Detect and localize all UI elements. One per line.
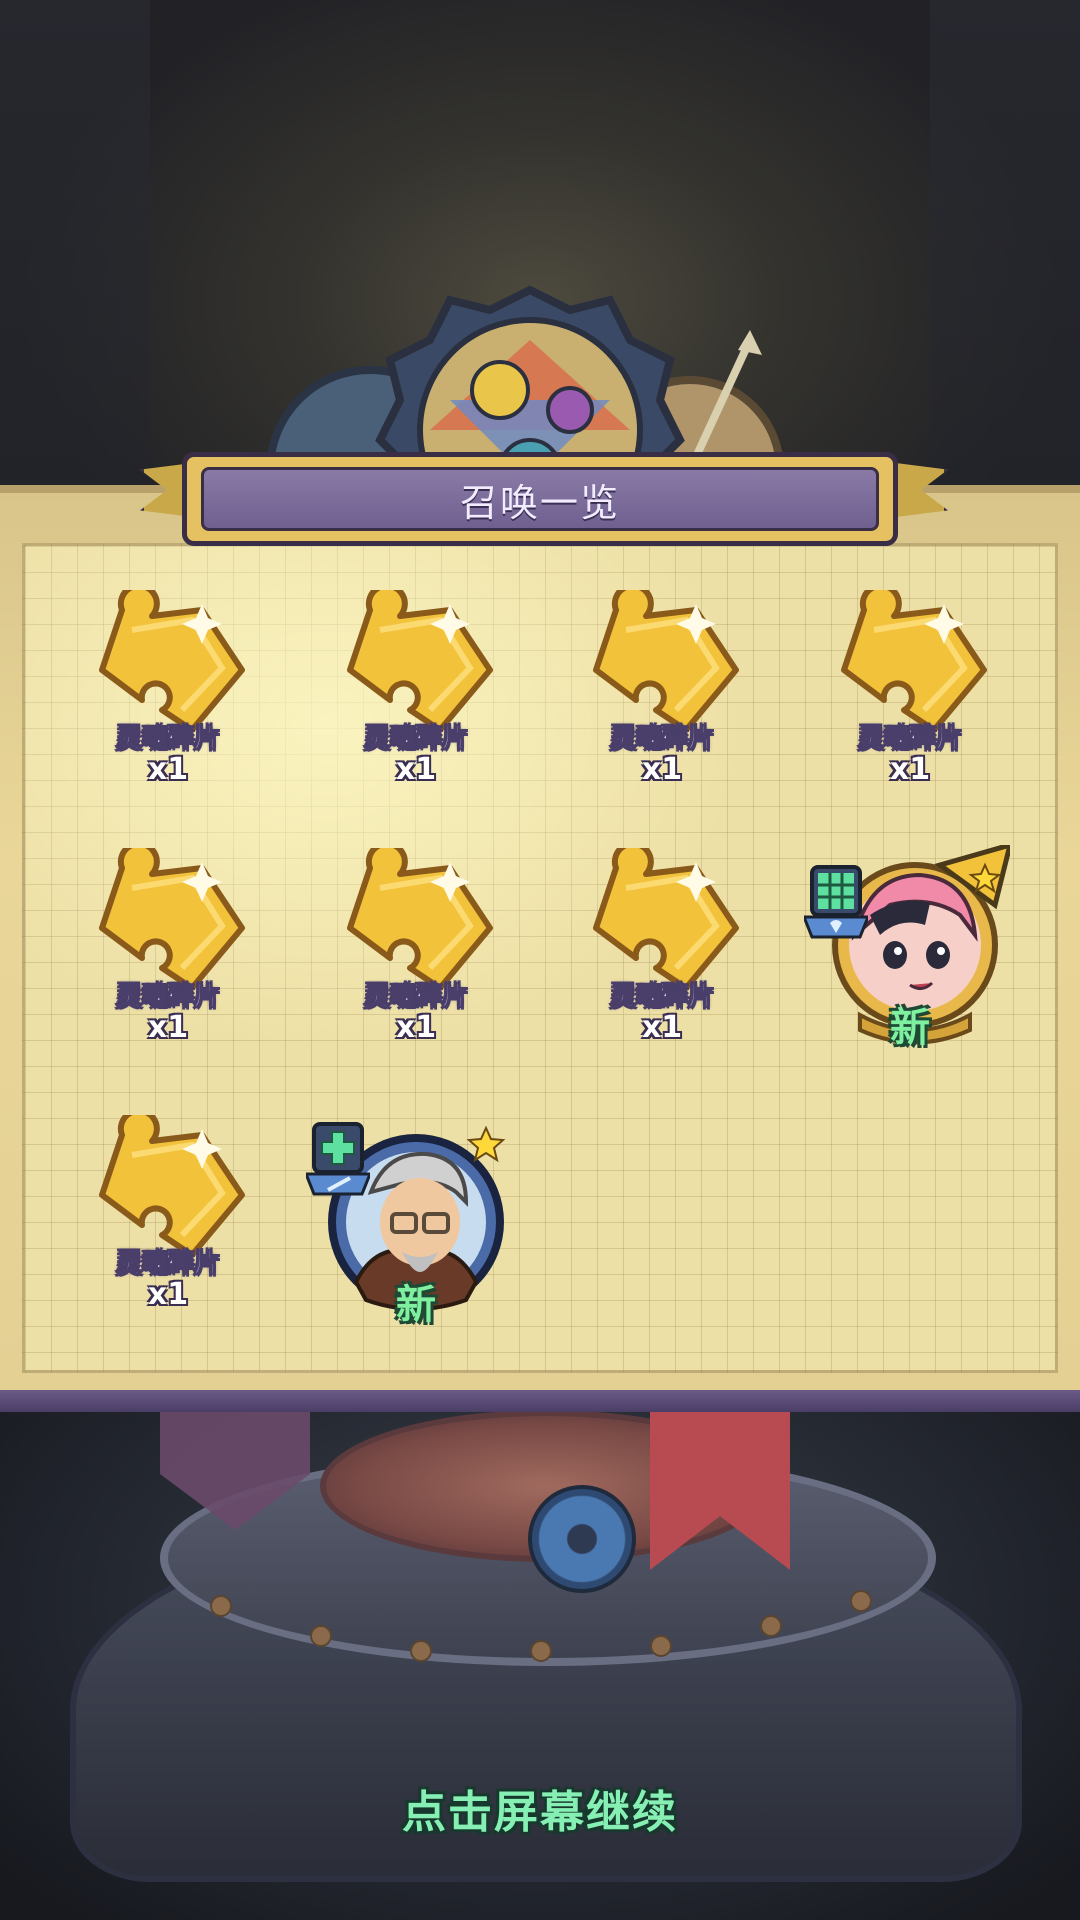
item-quantity: x1 [147, 752, 189, 787]
rivet [850, 1590, 872, 1612]
rivet [530, 1640, 552, 1662]
item-quantity: x1 [395, 752, 437, 787]
item-quantity: x1 [889, 752, 931, 787]
hero-card[interactable]: 新 [306, 1122, 516, 1342]
rivet [650, 1635, 672, 1657]
item-quantity: x1 [641, 752, 683, 787]
new-badge: 新 [890, 1005, 930, 1051]
reward-item[interactable]: 灵魂碎片 x1 [562, 590, 762, 830]
item-name: 灵魂碎片 [363, 724, 468, 755]
item-name: 灵魂碎片 [857, 724, 962, 755]
reward-item[interactable]: 灵魂碎片 x1 [316, 848, 516, 1088]
reward-item[interactable]: 灵魂碎片 x1 [68, 1115, 268, 1355]
item-quantity: x1 [641, 1010, 683, 1045]
panel-title: 召唤一览 [459, 480, 620, 525]
reward-item[interactable]: 灵魂碎片 x1 [810, 590, 1010, 830]
gear-icon [528, 1485, 636, 1593]
rivet [210, 1595, 232, 1617]
reward-item[interactable]: 灵魂碎片 x1 [316, 590, 516, 830]
new-badge: 新 [396, 1282, 436, 1328]
reward-item[interactable]: 灵魂碎片 x1 [68, 848, 268, 1088]
support-class-icon [306, 1122, 370, 1196]
item-name: 灵魂碎片 [115, 982, 220, 1013]
item-name: 灵魂碎片 [115, 724, 220, 755]
rivet [760, 1615, 782, 1637]
item-name: 灵魂碎片 [115, 1249, 220, 1280]
title-ribbon-core: 召唤一览 [201, 467, 879, 531]
item-name: 灵魂碎片 [609, 724, 714, 755]
item-quantity: x1 [395, 1010, 437, 1045]
star-icon [466, 1125, 506, 1163]
panel-bottom-edge [0, 1390, 1080, 1412]
reward-item[interactable]: 灵魂碎片 x1 [68, 590, 268, 830]
rivet [310, 1625, 332, 1647]
tap-to-continue[interactable]: 点击屏幕继续 [0, 1776, 1080, 1840]
hero-card[interactable]: 新 [804, 845, 1010, 1065]
item-quantity: x1 [147, 1010, 189, 1045]
game-screen[interactable]: 召唤一览 灵魂碎片 x1 灵魂碎片 x1 灵魂碎片 x1 灵魂碎片 x1 灵魂碎… [0, 0, 1080, 1920]
item-quantity: x1 [147, 1277, 189, 1312]
background-pillar-right [930, 0, 1080, 520]
title-ribbon: 召唤一览 [182, 452, 898, 546]
item-name: 灵魂碎片 [609, 982, 714, 1013]
summon-machine [0, 1390, 1080, 1920]
reward-item[interactable]: 灵魂碎片 x1 [562, 848, 762, 1088]
healer-class-icon [804, 865, 868, 939]
background-pillar-left [0, 0, 150, 520]
rivet [410, 1640, 432, 1662]
item-name: 灵魂碎片 [363, 982, 468, 1013]
